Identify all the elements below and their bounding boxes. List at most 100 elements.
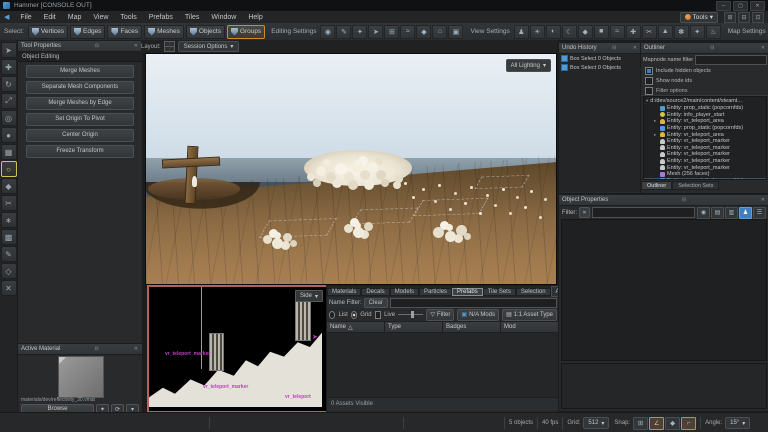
displacement-tool[interactable]: ◇ bbox=[1, 263, 17, 279]
asset-list[interactable] bbox=[327, 333, 559, 397]
name-filter-input[interactable] bbox=[390, 298, 557, 308]
lighting-mode-dropdown[interactable]: All Lighting ▾ bbox=[506, 59, 551, 72]
sun-icon[interactable]: ☀ bbox=[530, 25, 545, 39]
pin-icon[interactable]: ⊟ bbox=[709, 45, 715, 51]
asset-tab[interactable]: Decals bbox=[361, 288, 389, 296]
particles-icon[interactable]: ✦ bbox=[690, 25, 705, 39]
tree-item[interactable]: ▸Entity: vr_teleport_area bbox=[644, 131, 766, 138]
building-icon[interactable]: ⌂ bbox=[432, 25, 447, 39]
grid-radio[interactable] bbox=[351, 311, 357, 319]
object-editing-button[interactable]: Freeze Transform bbox=[26, 145, 134, 158]
selection-mode-button[interactable]: Edges bbox=[70, 25, 105, 39]
vertex-tool[interactable]: ∗ bbox=[1, 212, 17, 228]
pin-icon[interactable]: ⊟ bbox=[681, 197, 687, 203]
list-view-icon[interactable]: ☰ bbox=[753, 207, 766, 219]
foliage-icon[interactable]: ✽ bbox=[674, 25, 689, 39]
helpers-icon[interactable]: ✚ bbox=[626, 25, 641, 39]
snap-vertex-toggle[interactable]: ◆ bbox=[665, 417, 680, 430]
pivot-tool[interactable]: ◎ bbox=[1, 110, 17, 126]
split-layout-icon[interactable]: ⊟ bbox=[738, 12, 750, 23]
close-icon[interactable]: ✕ bbox=[760, 197, 766, 203]
shield-icon[interactable]: ◆ bbox=[578, 25, 593, 39]
float-layout-icon[interactable]: ⊡ bbox=[752, 12, 764, 23]
tree-item[interactable]: Entity: vr_teleport_marker bbox=[644, 158, 766, 165]
pin-target-icon[interactable]: ◉ bbox=[697, 207, 710, 219]
player-icon[interactable]: ♟ bbox=[514, 25, 529, 39]
viewport-3d[interactable]: All Lighting ▾ bbox=[145, 53, 557, 285]
menu-item[interactable]: Edit bbox=[38, 14, 62, 21]
asset-type-button[interactable]: ▤1:1 Asset Type bbox=[502, 309, 557, 321]
menu-item[interactable]: Tools bbox=[114, 14, 142, 21]
rows-icon[interactable]: ▥ bbox=[725, 207, 738, 219]
clear-button[interactable]: Clear bbox=[364, 298, 388, 308]
minimize-button[interactable]: ─ bbox=[716, 1, 731, 11]
mods-button[interactable]: ▣N/A Mods bbox=[457, 309, 499, 321]
tree-item[interactable]: Entity: info_player_start bbox=[644, 112, 766, 119]
include-hidden-checkbox[interactable] bbox=[645, 67, 653, 75]
block-tool[interactable]: ▦ bbox=[1, 144, 17, 160]
back-icon[interactable]: ◀ bbox=[4, 13, 9, 21]
selection-mode-button[interactable]: Faces bbox=[107, 25, 142, 39]
object-editing-button[interactable]: Merge Meshes bbox=[26, 65, 134, 78]
entity-view-icon[interactable]: ♟ bbox=[739, 207, 752, 219]
water-icon[interactable]: ≈ bbox=[610, 25, 625, 39]
menu-item[interactable]: View bbox=[87, 14, 114, 21]
grid-size-dropdown[interactable]: 512▾ bbox=[583, 417, 609, 429]
pin-icon[interactable]: ⊟ bbox=[94, 43, 100, 49]
rotate-tool[interactable]: ↻ bbox=[1, 76, 17, 92]
steam-icon[interactable]: ♨ bbox=[706, 25, 721, 39]
circle-tool[interactable]: ○ bbox=[1, 161, 17, 177]
close-icon[interactable]: ✕ bbox=[632, 45, 638, 51]
close-icon[interactable]: ✕ bbox=[760, 45, 766, 51]
dock-layout-icon[interactable]: ⊞ bbox=[724, 12, 736, 23]
close-button[interactable]: ✕ bbox=[750, 1, 765, 11]
column-header[interactable]: Type bbox=[385, 322, 443, 332]
filter-button[interactable]: ▽Filter bbox=[426, 309, 454, 321]
filter-options-checkbox[interactable] bbox=[645, 87, 653, 95]
cursor-mode-icon[interactable]: ➤ bbox=[368, 25, 383, 39]
column-header[interactable]: Name△ bbox=[327, 322, 385, 332]
outliner-tab[interactable]: Selection Sets bbox=[672, 181, 719, 190]
material-thumbnail[interactable] bbox=[58, 356, 104, 398]
selection-mode-button[interactable]: Objects bbox=[186, 25, 225, 39]
pin-icon[interactable]: ⊟ bbox=[611, 45, 617, 51]
menu-item[interactable]: Window bbox=[205, 14, 242, 21]
close-icon[interactable]: ✕ bbox=[133, 346, 139, 352]
maximize-button[interactable]: ▢ bbox=[733, 1, 748, 11]
asset-tab[interactable]: Prefabs bbox=[452, 288, 483, 296]
layout-grid-icon[interactable] bbox=[164, 41, 175, 52]
pencil-icon[interactable]: ✎ bbox=[336, 25, 351, 39]
angle-dropdown[interactable]: 15°▾ bbox=[725, 417, 750, 429]
pin-icon[interactable]: ⊟ bbox=[93, 346, 99, 352]
entity-tool[interactable]: ● bbox=[1, 127, 17, 143]
tree-item[interactable]: Entity: vr_teleport_marker bbox=[644, 138, 766, 145]
thumbnail-size-slider[interactable] bbox=[398, 311, 423, 319]
controller-icon[interactable]: ▣ bbox=[448, 25, 463, 39]
tree-item[interactable]: Entity: prop_static (popcornfds) bbox=[644, 178, 766, 180]
bulb-icon[interactable]: ◐ bbox=[546, 25, 561, 39]
asset-tab[interactable]: Materials bbox=[327, 288, 361, 296]
clear-filter-icon[interactable]: ✕ bbox=[579, 207, 590, 218]
columns-icon[interactable]: ▤ bbox=[711, 207, 724, 219]
close-icon[interactable]: ✕ bbox=[133, 43, 139, 49]
list-radio[interactable] bbox=[329, 311, 335, 319]
box-select-icon[interactable]: ⊞ bbox=[384, 25, 399, 39]
tree-item[interactable]: Entity: vr_teleport_marker bbox=[644, 145, 766, 152]
menu-item[interactable]: Tiles bbox=[179, 14, 206, 21]
undo-item[interactable]: Box Select 0 Objects bbox=[559, 63, 641, 72]
view-mode-dropdown[interactable]: Side ▾ bbox=[295, 290, 323, 302]
select-tool[interactable]: ➤ bbox=[1, 42, 17, 58]
vertex-snap-icon[interactable]: ◆ bbox=[416, 25, 431, 39]
show-node-ids-checkbox[interactable] bbox=[645, 77, 653, 85]
texture-tool[interactable]: ▩ bbox=[1, 229, 17, 245]
menu-item[interactable]: Map bbox=[62, 14, 88, 21]
clip-tool[interactable]: ✂ bbox=[1, 195, 17, 211]
asset-tab[interactable]: Tile Sets bbox=[483, 288, 516, 296]
object-editing-button[interactable]: Merge Meshes by Edge bbox=[26, 97, 134, 110]
asset-tab[interactable]: Models bbox=[390, 288, 419, 296]
lasso-icon[interactable]: ≈ bbox=[400, 25, 415, 39]
asset-tab[interactable]: Selection bbox=[516, 288, 551, 296]
snap-edge-toggle[interactable]: ⌐ bbox=[681, 417, 696, 430]
merge-tool[interactable]: ✕ bbox=[1, 280, 17, 296]
object-editing-button[interactable]: Separate Mesh Components bbox=[26, 81, 134, 94]
